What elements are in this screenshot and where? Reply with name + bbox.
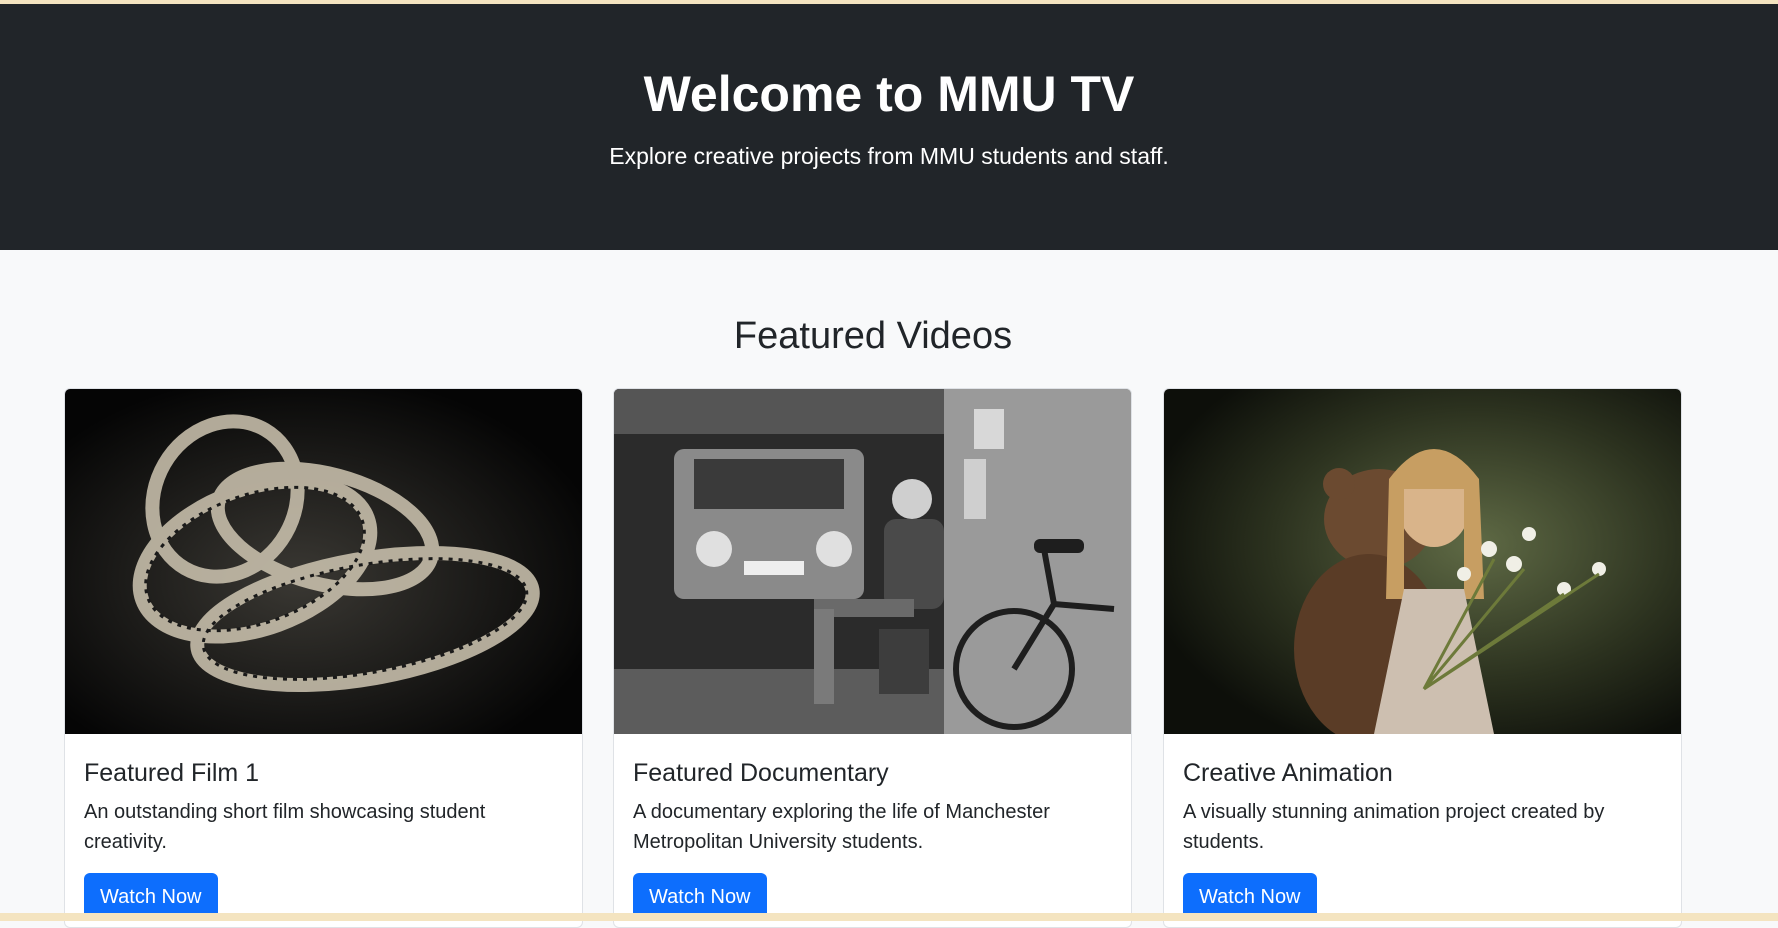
card-title: Creative Animation: [1183, 759, 1393, 787]
video-card-featured-film: Featured Film 1 An outstanding short fil…: [64, 388, 583, 928]
video-card-creative-animation: Creative Animation A visually stunning a…: [1163, 388, 1682, 928]
card-title: Featured Film 1: [84, 759, 260, 787]
film-reel-image[interactable]: [65, 389, 582, 734]
card-description: A documentary exploring the life of Manc…: [633, 801, 1050, 853]
hero-title: Welcome to MMU TV: [643, 66, 1135, 122]
card-title: Featured Documentary: [633, 759, 889, 787]
hero-banner: Welcome to MMU TV Explore creative proje…: [0, 4, 1778, 250]
card-description: An outstanding short film showcasing stu…: [84, 801, 486, 853]
girl-with-bear-image[interactable]: [1164, 389, 1681, 734]
card-description: A visually stunning animation project cr…: [1183, 801, 1605, 853]
hero-subtitle: Explore creative projects from MMU stude…: [609, 143, 1169, 169]
featured-videos-heading: Featured Videos: [733, 315, 1013, 357]
man-with-bicycle-image[interactable]: [614, 389, 1131, 734]
video-card-featured-documentary: Featured Documentary A documentary explo…: [613, 388, 1132, 928]
bottom-border: [0, 913, 1778, 921]
